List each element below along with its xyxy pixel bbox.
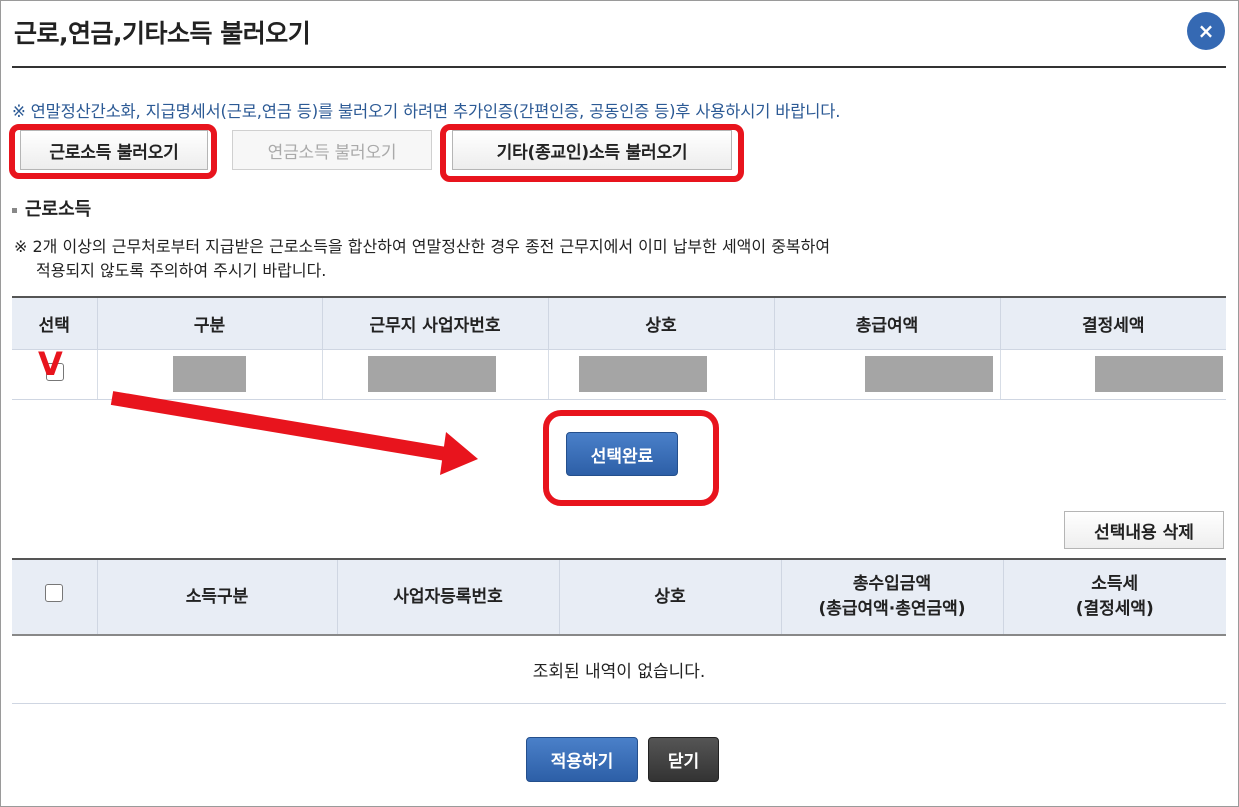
select-all-checkbox[interactable] bbox=[45, 584, 64, 602]
delete-selected-button[interactable]: 선택내용 삭제 bbox=[1064, 511, 1224, 549]
col-income-type: 소득구분 bbox=[96, 559, 337, 636]
col-select-all bbox=[12, 559, 97, 636]
redacted-value bbox=[172, 355, 246, 392]
determined-tax-cell bbox=[999, 349, 1226, 400]
table-row bbox=[12, 349, 1226, 400]
col-registration-number: 사업자등록번호 bbox=[336, 559, 559, 636]
apply-button[interactable]: 적용하기 bbox=[526, 737, 638, 782]
empty-message: 조회된 내역이 없습니다. bbox=[12, 635, 1226, 704]
col-company-name: 상호 bbox=[558, 559, 781, 636]
table-header-row: 소득구분 사업자등록번호 상호 총수입금액 (총급여액·총연금액) 소득세 (결정세… bbox=[12, 559, 1226, 636]
col-business-number: 근무지 사업자번호 bbox=[321, 297, 548, 350]
col-category: 구분 bbox=[96, 297, 322, 350]
select-complete-button[interactable]: 선택완료 bbox=[566, 432, 678, 476]
load-other-income-button[interactable]: 기타(종교인)소득 불러오기 bbox=[452, 130, 732, 170]
col-total-income: 총수입금액 (총급여액·총연금액) bbox=[780, 559, 1003, 636]
load-labor-income-button[interactable]: 근로소득 불러오기 bbox=[20, 130, 208, 170]
redacted-value bbox=[1094, 355, 1223, 392]
redacted-value bbox=[578, 355, 707, 392]
duplicate-tax-notice: ※ 2개 이상의 근무처로부터 지급받은 근로소득을 합산하여 연말정산한 경우… bbox=[14, 237, 831, 280]
bullet-icon bbox=[12, 207, 17, 213]
labor-income-table: 선택 구분 근무지 사업자번호 상호 총급여액 결정세액 bbox=[12, 296, 1226, 400]
redacted-value bbox=[864, 355, 993, 392]
title-divider bbox=[12, 66, 1226, 68]
col-select: 선택 bbox=[12, 297, 97, 350]
redacted-value bbox=[367, 355, 496, 392]
business-number-cell bbox=[321, 349, 548, 400]
col-determined-tax: 결정세액 bbox=[999, 297, 1226, 350]
table-header-row: 선택 구분 근무지 사업자번호 상호 총급여액 결정세액 bbox=[12, 297, 1226, 350]
dialog-title: 근로,연금,기타소득 불러오기 bbox=[14, 19, 311, 48]
empty-row: 조회된 내역이 없습니다. bbox=[12, 635, 1226, 704]
col-company-name: 상호 bbox=[547, 297, 774, 350]
total-salary-cell bbox=[773, 349, 1000, 400]
col-income-tax: 소득세 (결정세액) bbox=[1002, 559, 1226, 636]
close-icon[interactable]: × bbox=[1187, 12, 1225, 50]
col-total-salary: 총급여액 bbox=[773, 297, 1000, 350]
load-pension-income-button[interactable]: 연금소득 불러오기 bbox=[232, 130, 432, 170]
close-button[interactable]: 닫기 bbox=[648, 737, 719, 782]
annotation-v-mark: V bbox=[38, 345, 63, 383]
section-title: 근로소득 bbox=[12, 195, 91, 221]
company-name-cell bbox=[547, 349, 774, 400]
result-table: 소득구분 사업자등록번호 상호 총수입금액 (총급여액·총연금액) 소득세 (결정세… bbox=[12, 558, 1226, 704]
auth-notice: ※ 연말정산간소화, 지급명세서(근로,연금 등)를 불러오기 하려면 추가인증… bbox=[12, 102, 841, 121]
category-cell bbox=[96, 349, 322, 400]
